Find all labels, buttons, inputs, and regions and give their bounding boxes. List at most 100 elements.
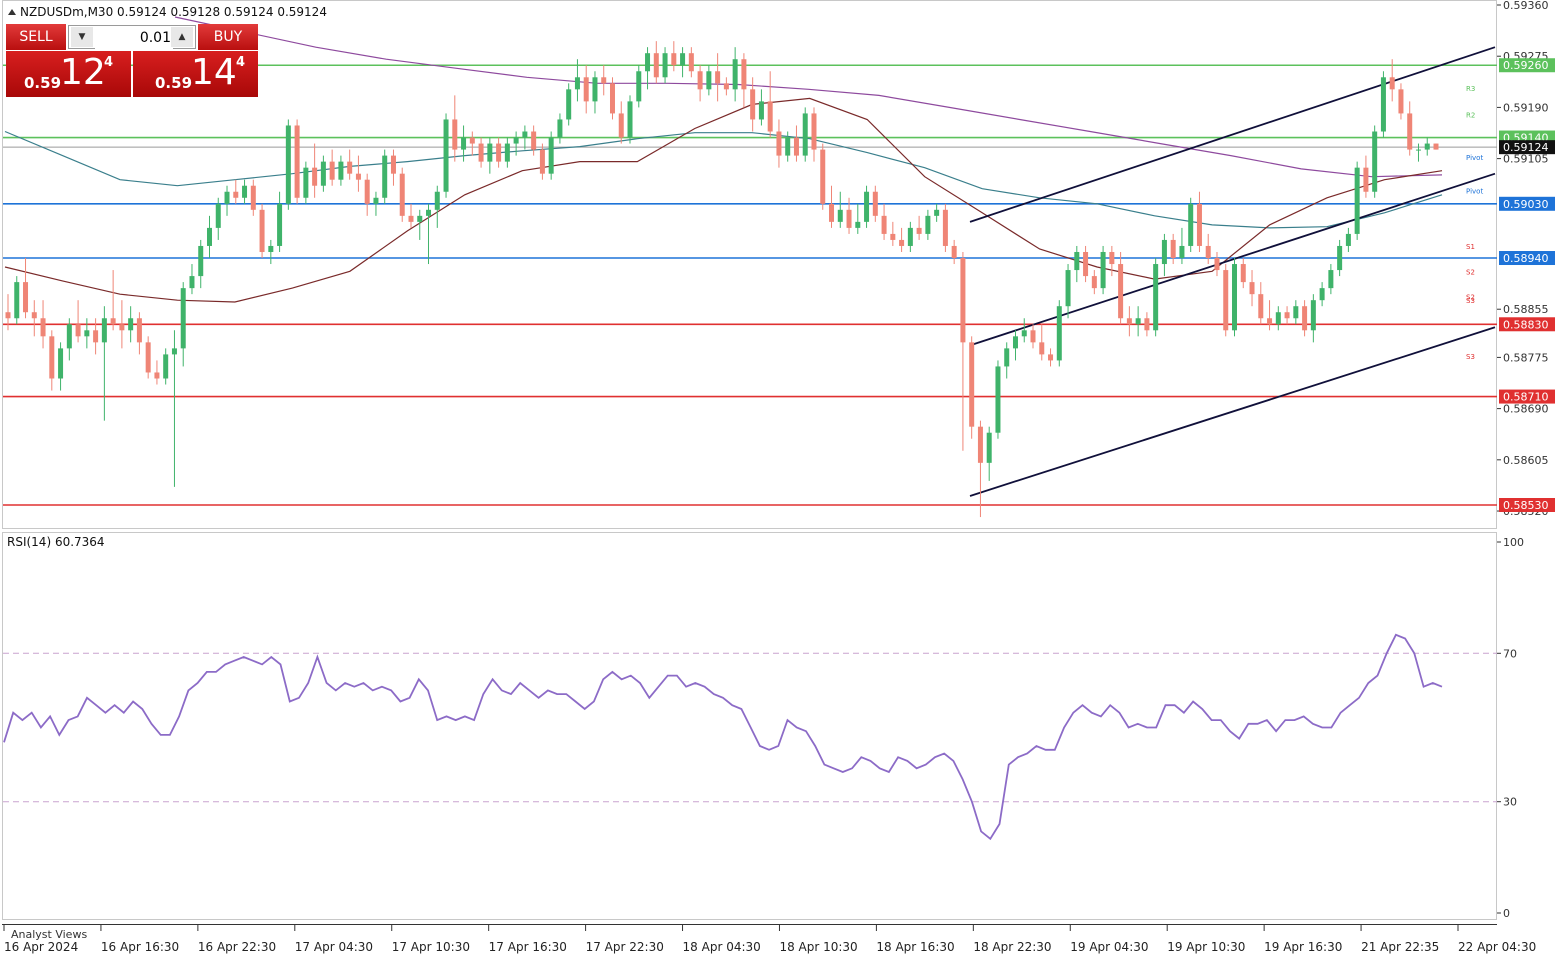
candle-body xyxy=(294,125,300,198)
pivot-level-label: Pivot xyxy=(1466,188,1483,196)
time-tick-label: 21 Apr 22:35 xyxy=(1361,940,1439,954)
candle-body xyxy=(426,209,432,216)
chart-canvas[interactable]: R3R2PivotPivotS1S2S2S3S3 0.593600.592750… xyxy=(0,0,1560,960)
candle-body xyxy=(1302,306,1308,331)
candle-body xyxy=(846,209,852,228)
candle-body xyxy=(382,155,388,198)
lot-increase-icon[interactable]: ▲ xyxy=(171,27,193,47)
candle-body xyxy=(1135,318,1141,325)
candle-body xyxy=(899,239,905,246)
candle-body xyxy=(452,119,458,150)
lot-decrease-icon[interactable]: ▼ xyxy=(71,27,93,47)
candle-body xyxy=(986,432,992,463)
candle-body xyxy=(206,227,212,246)
candle-body xyxy=(1126,318,1132,325)
time-tick-label: 16 Apr 2024 xyxy=(4,940,78,954)
candle-body xyxy=(233,191,239,198)
candle-body xyxy=(872,191,878,216)
candle-body xyxy=(566,89,572,120)
candle-body xyxy=(1074,251,1080,271)
candle-body xyxy=(1004,348,1010,367)
candle-body xyxy=(688,53,694,72)
analyst-views-label[interactable]: Analyst Views xyxy=(11,928,87,941)
candle-body xyxy=(242,185,248,198)
candle-body xyxy=(583,77,589,102)
candle-body xyxy=(1100,251,1106,289)
candle-body xyxy=(811,113,817,150)
candle-body xyxy=(1389,77,1395,90)
candle-body xyxy=(601,77,607,84)
candle-body xyxy=(469,137,475,144)
candle-body xyxy=(662,53,668,78)
candle-body xyxy=(1293,306,1299,319)
candle-body xyxy=(820,149,826,204)
candle-body xyxy=(180,288,186,349)
candle-body xyxy=(1153,264,1159,331)
symbol-header: NZDUSDm,M30 0.59124 0.59128 0.59124 0.59… xyxy=(20,5,327,19)
candle-body xyxy=(1424,143,1430,150)
candle-body xyxy=(1205,245,1211,259)
pivot-level-label: S3 xyxy=(1466,297,1475,305)
candle-body xyxy=(338,161,344,180)
level-price-label: 0.58830 xyxy=(1503,318,1549,331)
candle-body xyxy=(706,71,712,90)
candle-body xyxy=(715,71,721,84)
price-tick-label: 0.58855 xyxy=(1503,303,1549,316)
candle-body xyxy=(93,330,99,343)
candle-body xyxy=(23,282,29,313)
sell-price-button[interactable]: 0.59 12 4 xyxy=(6,51,131,97)
candle-body xyxy=(609,83,615,114)
candle-body xyxy=(66,324,72,349)
candle-body xyxy=(1354,167,1360,234)
price-tick-label: 0.58605 xyxy=(1503,454,1549,467)
lot-size-input[interactable] xyxy=(95,27,173,49)
candle-body xyxy=(84,330,90,337)
candle-body xyxy=(1398,89,1404,114)
sell-button[interactable]: SELL xyxy=(6,24,66,50)
time-tick-label: 18 Apr 10:30 xyxy=(779,940,857,954)
candle-body xyxy=(618,113,624,138)
candle-body xyxy=(461,137,467,150)
candle-body xyxy=(1021,330,1027,337)
candle-body xyxy=(1196,203,1202,246)
level-price-label: 0.58530 xyxy=(1503,499,1549,512)
candle-body xyxy=(680,53,686,66)
buy-price-pips: 14 xyxy=(191,52,237,93)
candle-body xyxy=(723,83,729,90)
candle-body xyxy=(285,125,291,204)
candle-body xyxy=(767,101,773,132)
candle-body xyxy=(347,161,353,174)
candle-body xyxy=(40,318,46,337)
candle-body xyxy=(1407,113,1413,150)
candle-body xyxy=(215,203,221,228)
time-tick-label: 19 Apr 04:30 xyxy=(1070,940,1148,954)
candle-body xyxy=(539,149,545,174)
candle-body xyxy=(636,71,642,102)
candle-body xyxy=(75,324,81,337)
buy-button[interactable]: BUY xyxy=(198,24,258,50)
candle-body xyxy=(145,342,151,373)
candle-body xyxy=(399,173,405,216)
buy-price-fraction: 4 xyxy=(236,55,246,70)
candle-body xyxy=(443,119,449,192)
candle-body xyxy=(1258,294,1264,319)
buy-price-button[interactable]: 0.59 14 4 xyxy=(133,51,258,97)
level-price-label: 0.59030 xyxy=(1503,198,1549,211)
price-tick-label: 0.59105 xyxy=(1503,153,1549,166)
price-tick-label: 0.59190 xyxy=(1503,101,1549,114)
candle-body xyxy=(785,137,791,156)
candle-body xyxy=(1310,300,1316,331)
candle-body xyxy=(14,282,20,319)
candle-body xyxy=(1380,77,1386,132)
candle-body xyxy=(417,215,423,222)
level-price-label: 0.58940 xyxy=(1503,252,1549,265)
candle-body xyxy=(653,53,659,78)
candle-body xyxy=(259,209,265,252)
price-tick-label: 0.58690 xyxy=(1503,403,1549,416)
candle-body xyxy=(1433,143,1439,150)
candle-body xyxy=(793,137,799,156)
candle-body xyxy=(1372,131,1378,192)
candle-body xyxy=(119,324,125,331)
candle-body xyxy=(1328,270,1334,289)
candle-body xyxy=(1056,306,1062,361)
